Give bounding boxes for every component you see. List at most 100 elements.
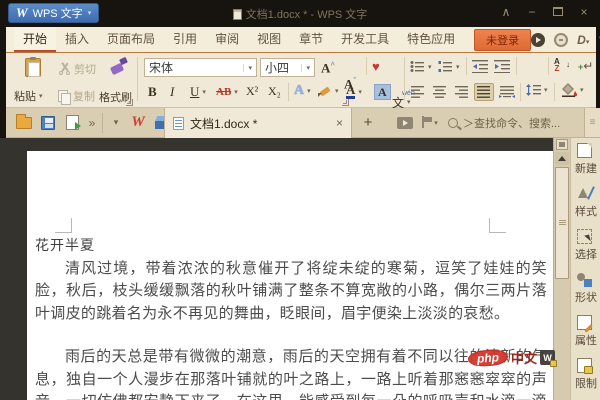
align-right-icon <box>455 86 468 98</box>
tab-insert[interactable]: 插入 <box>56 27 98 52</box>
char-highlight-button[interactable]: A <box>374 83 391 101</box>
search-icon <box>448 117 458 128</box>
document-body[interactable]: 花开半夏 清风过境，带着浓浓的秋意催开了将绽未绽的寒菊，逗笑了娃娃的笑脸，秋后，… <box>35 235 547 400</box>
chevron-down-icon: ▾ <box>428 63 432 71</box>
align-left-button[interactable] <box>408 83 428 101</box>
wordart-button[interactable]: A ▾ <box>294 83 311 99</box>
save-button[interactable] <box>36 108 60 137</box>
search-command-box[interactable]: ＞查找命令、搜索... <box>448 108 593 137</box>
sidebar-item-new[interactable]: 新建 <box>571 138 600 181</box>
watermark-logo-icon: W <box>540 350 558 367</box>
font-family-select[interactable]: 宋体 ▾ <box>144 58 257 77</box>
font-group-expander[interactable] <box>342 99 349 106</box>
tab-home[interactable]: 开始 <box>14 27 57 52</box>
underline-button[interactable]: U ▾ <box>190 84 206 100</box>
more-commands-button[interactable]: » <box>84 108 100 137</box>
decrease-indent-button[interactable] <box>472 60 489 73</box>
chevron-down-icon: ▾ <box>301 63 310 72</box>
line-spacing-button[interactable]: ▾ <box>526 84 548 96</box>
smart-format-icon[interactable]: ♥ <box>372 59 380 74</box>
maximize-icon <box>553 7 563 16</box>
feedback-button[interactable]: ▾ <box>418 108 440 137</box>
bold-button[interactable]: B <box>148 84 157 100</box>
minimize-button[interactable]: − <box>524 4 540 20</box>
tab-references[interactable]: 引用 <box>164 27 206 52</box>
maximize-button[interactable] <box>550 4 566 20</box>
sidebar-item-properties[interactable]: 属性 <box>571 310 600 353</box>
play-icon[interactable] <box>531 32 546 47</box>
font-size-select[interactable]: 小四 ▾ <box>260 58 315 77</box>
paste-icon[interactable] <box>25 57 41 77</box>
cut-button[interactable]: 剪切 <box>58 61 96 77</box>
shading-button[interactable]: ▾ <box>561 82 584 97</box>
task-pane-sidebar: 新建 样式 选择 形状 属性 限制 <box>570 138 600 400</box>
chevron-down-icon: ▾ <box>456 63 460 71</box>
tab-view[interactable]: 视图 <box>248 27 290 52</box>
align-center-button[interactable] <box>430 83 450 101</box>
tab-special-apps[interactable]: 特色应用 <box>398 27 464 52</box>
justify-button[interactable] <box>474 83 494 101</box>
document-tab[interactable]: 文档1.docx * × <box>164 108 352 138</box>
paste-button[interactable]: 粘贴 ▾ <box>14 88 43 104</box>
export-button[interactable] <box>60 108 84 137</box>
open-file-button[interactable] <box>12 108 36 137</box>
tab-page-layout[interactable]: 页面布局 <box>98 27 164 52</box>
chevron-down-icon: ▾ <box>434 119 438 127</box>
save-disk-icon <box>41 115 55 130</box>
chevron-down-icon: ▾ <box>243 63 252 72</box>
bullet-list-button[interactable]: ▾ <box>410 60 432 73</box>
video-tutorial-button[interactable] <box>394 108 416 137</box>
home-ribbon-toolbar: 粘贴 ▾ 剪切 复制 格式刷 宋体 ▾ 小四 ▾ A^ Aˇ ♥ 文 wén ▾ B I … <box>6 53 596 124</box>
close-button[interactable]: × <box>576 4 592 20</box>
clipboard-group-expander[interactable] <box>126 99 133 106</box>
sidebar-item-select[interactable]: 选择 <box>571 224 600 267</box>
show-marks-button[interactable]: +↵ <box>578 59 593 73</box>
subscript-button[interactable]: X₂ <box>268 84 281 99</box>
wps-home-button[interactable]: W <box>127 108 149 137</box>
new-tab-button[interactable]: + <box>358 108 378 137</box>
margin-mark-left <box>55 218 72 233</box>
chevron-down-icon: ▾ <box>202 89 206 96</box>
scrollbar-thumb[interactable] <box>555 167 569 279</box>
numbered-list-icon <box>438 61 452 72</box>
italic-button[interactable]: I <box>170 84 174 100</box>
tab-review[interactable]: 审阅 <box>206 27 248 52</box>
chevron-down-icon: ▾ <box>580 86 584 94</box>
login-button[interactable]: 未登录 <box>474 28 532 51</box>
document-heading: 花开半夏 <box>35 239 95 254</box>
increase-indent-button[interactable] <box>494 60 511 73</box>
chevron-down-icon: ▾ <box>335 88 339 95</box>
align-center-icon <box>433 86 446 98</box>
superscript-button[interactable]: X² <box>246 84 258 99</box>
split-view-icon[interactable] <box>556 139 568 150</box>
font-color-button[interactable]: A ▾ <box>346 83 362 99</box>
scroll-up-button[interactable] <box>555 152 569 165</box>
sort-button[interactable]: A Z <box>554 58 560 73</box>
add-icon[interactable] <box>554 32 569 47</box>
format-painter-icon[interactable] <box>109 58 127 76</box>
sidebar-item-styles[interactable]: 样式 <box>571 181 600 224</box>
quick-access-dropdown[interactable]: ▾ <box>106 108 126 137</box>
sidebar-item-shapes[interactable]: 形状 <box>571 267 600 310</box>
skin-switch-icon[interactable]: D▾ <box>577 33 589 47</box>
copy-button[interactable]: 复制 <box>58 88 95 105</box>
tab-developer[interactable]: 开发工具 <box>332 27 398 52</box>
tab-section[interactable]: 章节 <box>290 27 332 52</box>
window-controls: ∧ − × <box>498 4 592 20</box>
close-tab-icon[interactable]: × <box>336 116 343 130</box>
strikethrough-button[interactable]: AB ▾ <box>216 86 238 98</box>
align-right-button[interactable] <box>452 83 472 101</box>
tab-overflow-menu[interactable]: ≡ <box>584 108 600 137</box>
highlight-pen-button[interactable]: ▾ <box>318 84 339 98</box>
sidebar-item-restrict[interactable]: 限制 <box>571 353 600 396</box>
flag-icon <box>420 116 434 129</box>
document-tab-bar: » ▾ W 文档1.docx * × + ▾ ＞查找命令、搜索... ≡ <box>6 108 600 138</box>
numbered-list-button[interactable]: ▾ <box>438 60 460 73</box>
restrict-edit-icon <box>577 358 593 374</box>
sort-arrow-icon: ↓ <box>566 60 570 69</box>
distribute-button[interactable] <box>497 83 517 101</box>
collapse-ribbon-button[interactable]: ∧ <box>498 4 514 20</box>
chevron-down-icon: ▾ <box>544 87 548 94</box>
wps-red-logo-icon: W <box>131 114 145 130</box>
bullet-list-icon <box>410 61 424 72</box>
